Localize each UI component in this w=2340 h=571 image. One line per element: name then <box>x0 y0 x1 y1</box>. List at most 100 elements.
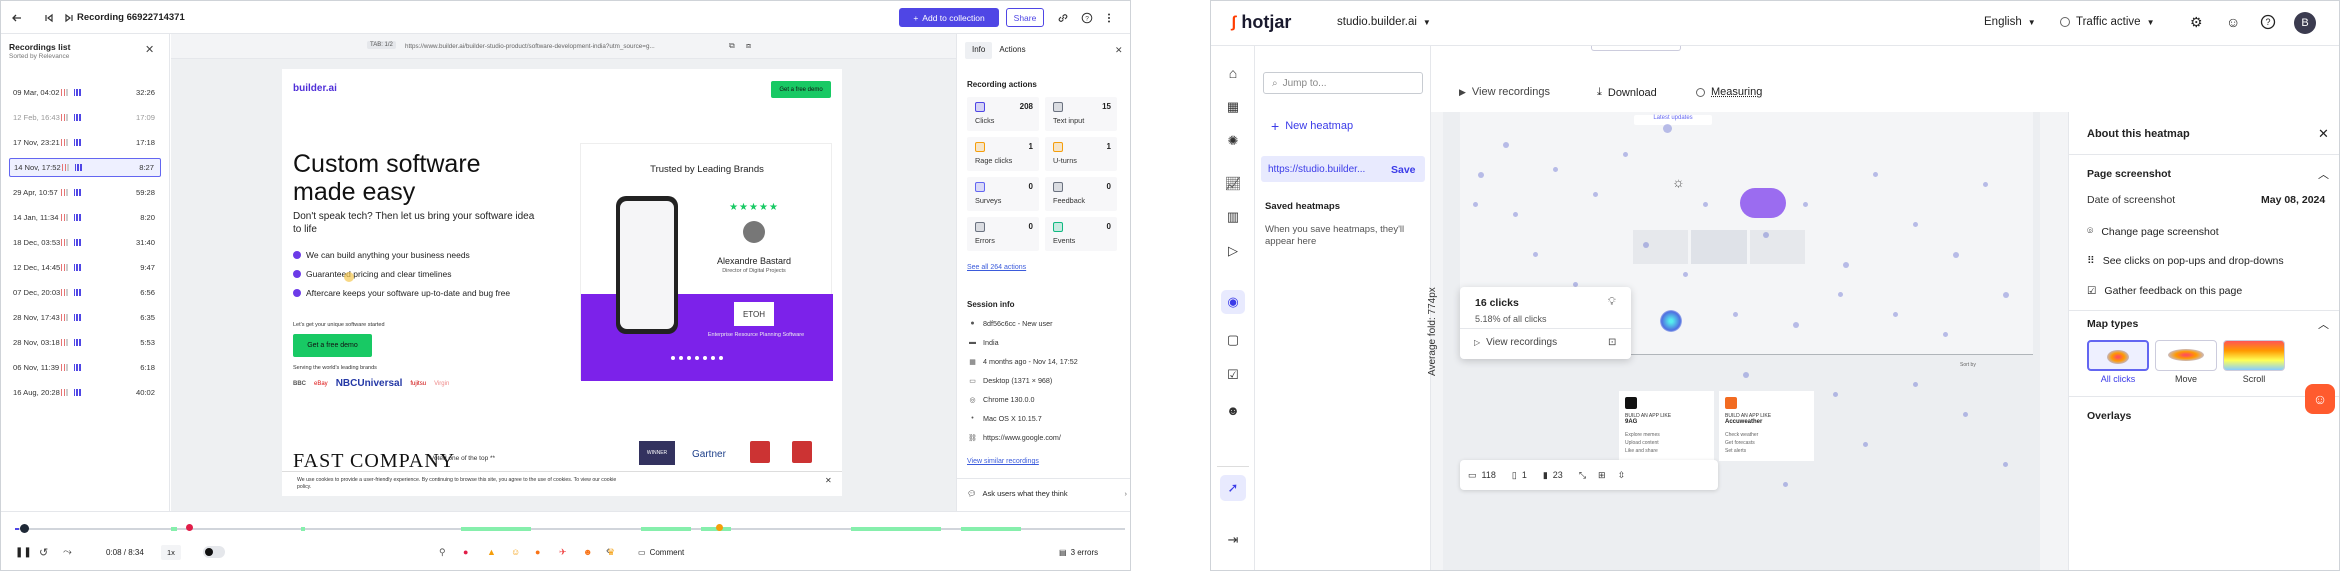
jump-to-search[interactable]: ⌕ Jump to... <box>1263 72 1423 94</box>
new-heatmap-button[interactable]: + New heatmap <box>1271 118 1353 134</box>
language-selector[interactable]: English ▼ <box>1984 16 2036 28</box>
recording-row[interactable]: 18 Dec, 03:53 31:40 <box>9 233 161 252</box>
recording-row[interactable]: 17 Nov, 23:21 17:18 <box>9 133 161 152</box>
help-icon[interactable]: ? <box>1077 8 1097 28</box>
location-pin-icon[interactable]: ⚲ <box>439 547 446 558</box>
measuring-toggle[interactable]: Measuring <box>1696 86 1762 98</box>
recording-row[interactable]: 09 Mar, 04:02 32:26 <box>9 83 161 102</box>
close-icon[interactable]: ✕ <box>145 43 154 56</box>
map-type-move[interactable] <box>2155 340 2217 371</box>
timeline-track[interactable] <box>15 528 1125 530</box>
speed-selector[interactable]: 1x <box>161 545 181 560</box>
close-panel-icon[interactable]: ✕ <box>1115 45 1123 56</box>
ask-users-row[interactable]: 💬︎ Ask users what they think › <box>967 489 1127 498</box>
share-button[interactable]: Share <box>1006 8 1044 27</box>
tablet-stat[interactable]: ▯ 1 <box>1512 470 1527 481</box>
comment-button[interactable]: ▭ Comment <box>638 548 684 557</box>
funnels-icon[interactable]: ▥ <box>1223 207 1243 227</box>
avatar[interactable]: B <box>2294 12 2316 34</box>
carousel-dots[interactable] <box>671 356 723 360</box>
previous-recording-icon[interactable] <box>39 8 59 28</box>
warning-icon[interactable]: ▲ <box>487 547 496 557</box>
rewind-icon[interactable]: ↺ <box>39 546 48 559</box>
rage-click-icon[interactable]: ● <box>463 547 468 557</box>
heatmap-canvas[interactable]: Latest updates ☼ BUILD AN APP LIKE 9AG E… <box>1443 112 2040 570</box>
save-heatmap-button[interactable]: Save <box>1391 164 1416 176</box>
add-to-collection-button[interactable]: + Add to collection <box>899 8 999 27</box>
recording-row[interactable]: 12 Dec, 14:45 9:47 <box>9 258 161 277</box>
lightbulb-icon[interactable]: 💡︎ <box>1608 296 1616 309</box>
feedback-icon[interactable]: ☻ <box>583 547 592 557</box>
recording-row[interactable]: 16 Aug, 20:28 40:02 <box>9 383 161 402</box>
view-recordings-button[interactable]: ▶ View recordings <box>1459 86 1550 98</box>
change-screenshot-link[interactable]: ⌾ Change page screenshot <box>2087 225 2219 238</box>
trends-icon[interactable]: 📈︎ <box>1223 174 1243 194</box>
recording-row[interactable]: 12 Feb, 16:43 17:09 <box>9 108 161 127</box>
timeline-segment[interactable] <box>641 527 691 531</box>
ideas-icon[interactable]: ✺ <box>1223 131 1243 151</box>
chevron-left-icon[interactable]: ‹ <box>606 545 610 557</box>
view-similar-link[interactable]: View similar recordings <box>967 458 1039 465</box>
see-clicks-popups-link[interactable]: ⠿ See clicks on pop-ups and drop-downs <box>2087 255 2284 267</box>
expand-vertical-icon[interactable]: ⇳ <box>1618 470 1626 481</box>
emoji-icon[interactable]: ☺ <box>511 547 520 557</box>
tab-info[interactable]: Info <box>965 42 993 59</box>
recording-row[interactable]: 29 Apr, 10:57 59:28 <box>9 183 161 202</box>
timeline-segment[interactable] <box>851 527 941 531</box>
timeline-event-marker[interactable] <box>186 524 193 531</box>
copy-icon[interactable]: ⧉ <box>729 41 735 51</box>
action-stat[interactable]: 0 Surveys <box>967 177 1039 211</box>
errors-indicator[interactable]: ▤ 3 errors <box>1059 548 1098 557</box>
recording-row[interactable]: 06 Nov, 11:39 6:18 <box>9 358 161 377</box>
skip-inactivity-icon[interactable]: ⤳ <box>63 546 72 559</box>
site-demo-button[interactable]: Get a free demo <box>293 334 372 357</box>
mobile-stat[interactable]: ▮ 23 <box>1543 470 1563 481</box>
hotjar-logo[interactable]: ʃ hotjar <box>1231 12 1291 33</box>
uturn-icon[interactable]: ● <box>535 547 540 557</box>
rocket-icon[interactable]: ➚ <box>1220 475 1246 501</box>
hotjar-chat-launcher[interactable]: ☺ <box>2305 384 2335 414</box>
collapse-icon[interactable]: ⇥ <box>1223 530 1243 550</box>
external-link-icon[interactable]: ⧈ <box>746 41 751 51</box>
cursor-tool-icon[interactable]: ⤡ <box>1579 470 1586 481</box>
see-all-actions-link[interactable]: See all 264 actions <box>967 264 1026 271</box>
desktop-stat[interactable]: ▭ 118 <box>1468 470 1496 481</box>
download-button[interactable]: ⤓ Download <box>1597 86 1657 99</box>
action-stat[interactable]: 1 Rage clicks <box>967 137 1039 171</box>
timeline-event-marker[interactable] <box>716 524 723 531</box>
gather-feedback-link[interactable]: ☑ Gather feedback on this page <box>2087 285 2242 297</box>
traffic-status[interactable]: Traffic active ▼ <box>2060 16 2154 28</box>
bird-icon[interactable]: ✈ <box>559 547 567 558</box>
feedback-icon[interactable]: ▢ <box>1223 330 1243 350</box>
map-type-scroll[interactable] <box>2223 340 2285 371</box>
header-demo-button[interactable]: Get a free demo <box>771 81 831 98</box>
close-icon[interactable]: ✕ <box>2318 126 2329 142</box>
action-stat[interactable]: 0 Errors <box>967 217 1039 251</box>
home-icon[interactable]: ⌂ <box>1223 63 1243 83</box>
tab-actions[interactable]: Actions <box>992 42 1032 59</box>
next-recording-icon[interactable] <box>59 8 79 28</box>
segment-tool-icon[interactable]: ⊞ <box>1598 470 1606 481</box>
action-stat[interactable]: 0 Feedback <box>1045 177 1117 211</box>
action-stat[interactable]: 0 Events <box>1045 217 1117 251</box>
chevron-up-icon[interactable]: ︿ <box>2318 316 2329 332</box>
active-heatmap-item[interactable]: https://studio.builder... Save <box>1261 156 1425 182</box>
site-selector[interactable]: studio.builder.ai ▼ <box>1337 16 1431 28</box>
back-arrow-icon[interactable] <box>7 8 27 28</box>
timeline-segment[interactable] <box>171 527 177 531</box>
chevron-up-icon[interactable]: ︿ <box>2318 166 2329 182</box>
timeline-segment[interactable] <box>461 527 531 531</box>
action-stat[interactable]: 1 U-turns <box>1045 137 1117 171</box>
cookie-close-icon[interactable]: ✕ <box>825 476 832 485</box>
link-icon[interactable] <box>1053 8 1073 28</box>
heatmaps-icon[interactable]: ◉ <box>1221 290 1245 314</box>
map-type-all-clicks[interactable] <box>2087 340 2149 371</box>
engage-icon[interactable]: ☻ <box>1223 400 1243 420</box>
timeline-handle[interactable] <box>20 524 29 533</box>
dashboards-icon[interactable]: ▦ <box>1223 97 1243 117</box>
help-icon[interactable]: ? <box>2260 14 2276 30</box>
integrations-icon[interactable]: ⚙︎ <box>2190 14 2203 31</box>
recording-row[interactable]: 14 Jan, 11:34 8:20 <box>9 208 161 227</box>
screenshot-icon[interactable]: ⊡ <box>1608 337 1616 348</box>
recording-row[interactable]: 07 Dec, 20:03 6:56 <box>9 283 161 302</box>
